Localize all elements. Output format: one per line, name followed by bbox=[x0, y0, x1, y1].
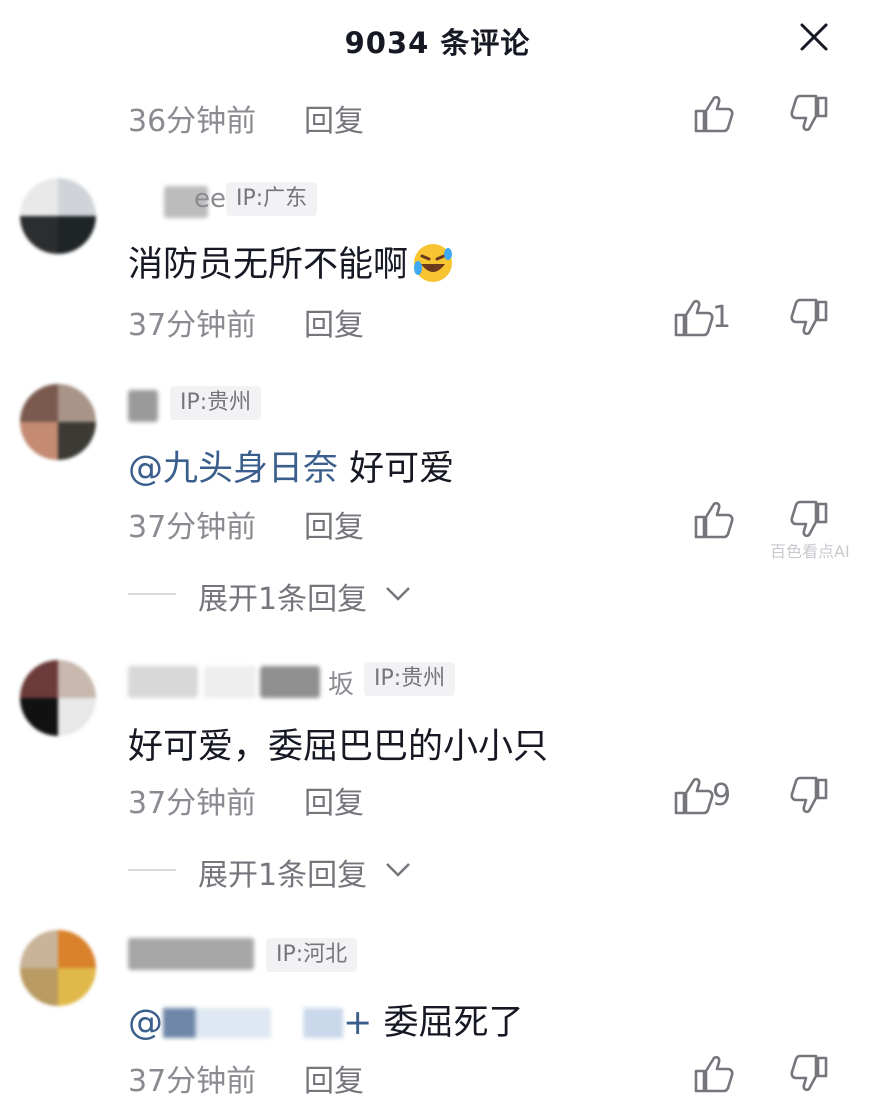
comment-time: 37分钟前 bbox=[128, 510, 257, 545]
mention-at: @ bbox=[128, 1003, 163, 1043]
comment-meta-row: 37分钟前 回复 bbox=[128, 500, 848, 545]
thumbs-down-icon[interactable] bbox=[790, 298, 830, 338]
comment-meta-row: 37分钟前 回复 9 bbox=[128, 776, 848, 821]
avatar[interactable] bbox=[20, 660, 96, 736]
thumbs-up-icon[interactable] bbox=[692, 500, 736, 540]
laughing-tears-emoji-icon bbox=[414, 244, 453, 282]
thumbs-up-icon[interactable] bbox=[672, 776, 716, 816]
thumbs-up-icon[interactable] bbox=[692, 1054, 736, 1094]
ip-location-badge: IP:广东 bbox=[226, 182, 318, 216]
avatar[interactable] bbox=[20, 384, 96, 460]
watermark: 百色看点AI bbox=[770, 542, 850, 561]
reply-button[interactable]: 回复 bbox=[304, 300, 364, 344]
username[interactable]: 坂 bbox=[128, 664, 368, 700]
comment-content: @九头身日奈 好可爱 bbox=[128, 440, 454, 491]
comment-content: 好可爱，委屈巴巴的小小只 bbox=[128, 718, 548, 769]
username-visible-part: 坂 bbox=[328, 670, 355, 700]
comment-content: @ + 委屈死了 bbox=[128, 994, 523, 1045]
avatar[interactable] bbox=[20, 930, 96, 1006]
thumbs-down-icon[interactable] bbox=[790, 94, 830, 134]
thumbs-down-icon[interactable] bbox=[790, 1054, 830, 1094]
comment-text: 消防员无所不能啊 bbox=[128, 245, 409, 285]
comment-text: 委屈死了 bbox=[372, 1003, 524, 1043]
divider bbox=[128, 593, 176, 595]
comment-meta-row: 37分钟前 回复 1 bbox=[128, 298, 848, 343]
ip-location-badge: IP:贵州 bbox=[364, 662, 456, 696]
username[interactable] bbox=[128, 936, 258, 972]
expand-replies-button[interactable]: 展开1条回复 bbox=[128, 850, 528, 893]
expand-replies-label: 展开1条回复 bbox=[198, 582, 368, 617]
thumbs-up-icon[interactable] bbox=[692, 94, 736, 134]
comment-meta-row: 37分钟前 回复 bbox=[128, 1054, 848, 1099]
close-icon bbox=[800, 23, 828, 51]
comment-text: 好可爱 bbox=[338, 449, 455, 489]
comment-time: 37分钟前 bbox=[128, 1064, 257, 1099]
avatar[interactable] bbox=[20, 178, 96, 254]
thumbs-down-icon[interactable] bbox=[790, 776, 830, 816]
comment-time: 37分钟前 bbox=[128, 786, 257, 821]
like-count: 9 bbox=[712, 778, 732, 813]
comment-meta-row: 36分钟前 回复 bbox=[128, 94, 848, 139]
comment-content: 消防员无所不能啊 bbox=[128, 236, 454, 287]
chevron-down-icon bbox=[386, 587, 410, 601]
close-button[interactable] bbox=[797, 20, 831, 54]
comment-count-title: 9034 条评论 bbox=[344, 26, 531, 60]
reply-button[interactable]: 回复 bbox=[304, 96, 364, 140]
user-mention-link[interactable]: @ + bbox=[128, 1003, 372, 1043]
comment-time: 37分钟前 bbox=[128, 308, 257, 343]
reply-button[interactable]: 回复 bbox=[304, 778, 364, 822]
reply-button[interactable]: 回复 bbox=[304, 1056, 364, 1100]
username-visible-part: ee bbox=[194, 184, 226, 214]
divider bbox=[128, 869, 176, 871]
thumbs-up-icon[interactable] bbox=[672, 298, 716, 338]
mention-tail: + bbox=[343, 1003, 373, 1043]
expand-replies-button[interactable]: 展开1条回复 bbox=[128, 574, 528, 617]
mention-blur bbox=[163, 1008, 343, 1038]
ip-location-badge: IP:贵州 bbox=[170, 386, 262, 420]
comment-time: 36分钟前 bbox=[128, 104, 257, 139]
comments-header: 9034 条评论 bbox=[0, 0, 875, 78]
chevron-down-icon bbox=[386, 863, 410, 877]
thumbs-down-icon[interactable] bbox=[790, 500, 830, 540]
user-mention-link[interactable]: @九头身日奈 bbox=[128, 449, 338, 489]
reply-button[interactable]: 回复 bbox=[304, 502, 364, 546]
ip-location-badge: IP:河北 bbox=[266, 938, 358, 972]
expand-replies-label: 展开1条回复 bbox=[198, 858, 368, 893]
like-count: 1 bbox=[712, 300, 732, 335]
comment-text: 好可爱，委屈巴巴的小小只 bbox=[128, 727, 549, 767]
